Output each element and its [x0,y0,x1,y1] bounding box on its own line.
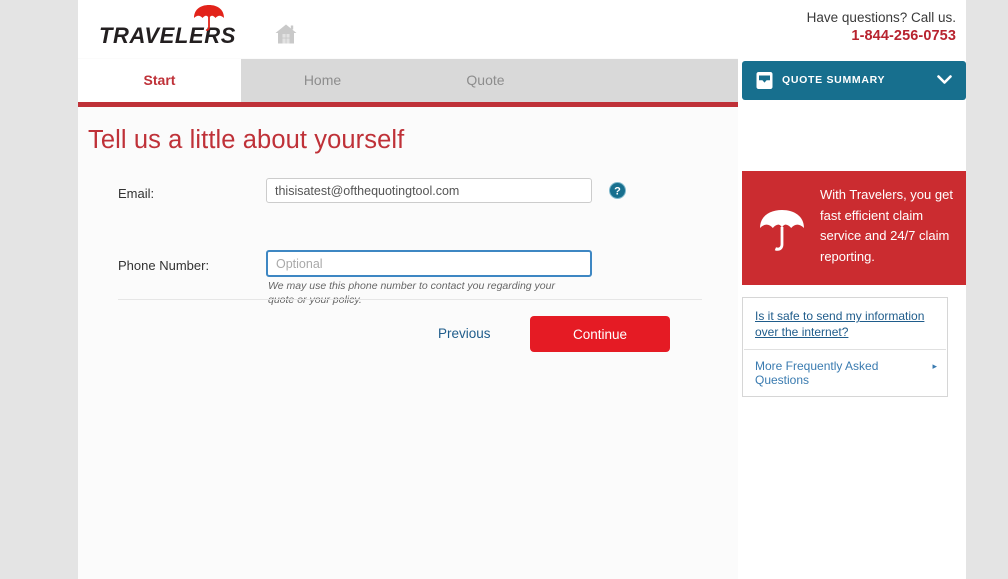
site-header: TRAVELERS Have questions? Call us. 1-844… [78,0,966,58]
previous-button[interactable]: Previous [438,326,491,341]
faq-question-link[interactable]: Is it safe to send my information over t… [743,298,947,349]
app-frame: TRAVELERS Have questions? Call us. 1-844… [78,0,966,579]
form-button-row: Previous Continue [78,316,738,356]
header-contact: Have questions? Call us. 1-844-256-0753 [807,9,956,46]
continue-button[interactable]: Continue [530,316,670,352]
contact-phone-number[interactable]: 1-844-256-0753 [807,27,956,46]
house-icon [275,24,297,44]
personal-info-form: Email: ? Phone Number: We may use this p… [78,178,738,352]
phone-number-label: Phone Number: [118,258,210,273]
svg-text:?: ? [614,185,621,197]
phone-number-input[interactable] [266,250,592,277]
progress-tab-bar: Start Home Quote [78,59,738,107]
help-question-icon[interactable]: ? [609,182,626,199]
chevron-down-icon[interactable] [937,74,952,86]
caret-right-icon: ▸ [932,361,937,371]
email-field-row: Email: ? [78,178,738,214]
quote-summary-label: QUOTE SUMMARY [782,74,886,86]
email-input[interactable] [266,178,592,203]
promo-panel: With Travelers, you get fast efficient c… [742,171,966,285]
tab-home[interactable]: Home [241,59,404,102]
tab-start[interactable]: Start [78,59,241,102]
faq-more-link[interactable]: More Frequently Asked Questions ▸ [743,350,947,396]
promo-text: With Travelers, you get fast efficient c… [820,187,953,264]
form-divider [118,299,702,300]
brand-logo[interactable]: TRAVELERS [99,5,298,47]
umbrella-icon [194,5,224,31]
faq-more-label: More Frequently Asked Questions [755,359,879,387]
contact-question: Have questions? Call us. [806,10,956,25]
phone-number-hint: We may use this phone number to contact … [268,280,555,306]
faq-box: Is it safe to send my information over t… [742,297,948,397]
umbrella-icon [760,210,804,251]
page-root: TRAVELERS Have questions? Call us. 1-844… [0,0,1008,579]
tab-quote[interactable]: Quote [404,59,567,102]
email-label: Email: [118,186,155,201]
quote-summary-panel[interactable]: QUOTE SUMMARY [742,61,966,100]
inbox-tray-icon [756,72,773,89]
page-title: Tell us a little about yourself [88,126,405,154]
